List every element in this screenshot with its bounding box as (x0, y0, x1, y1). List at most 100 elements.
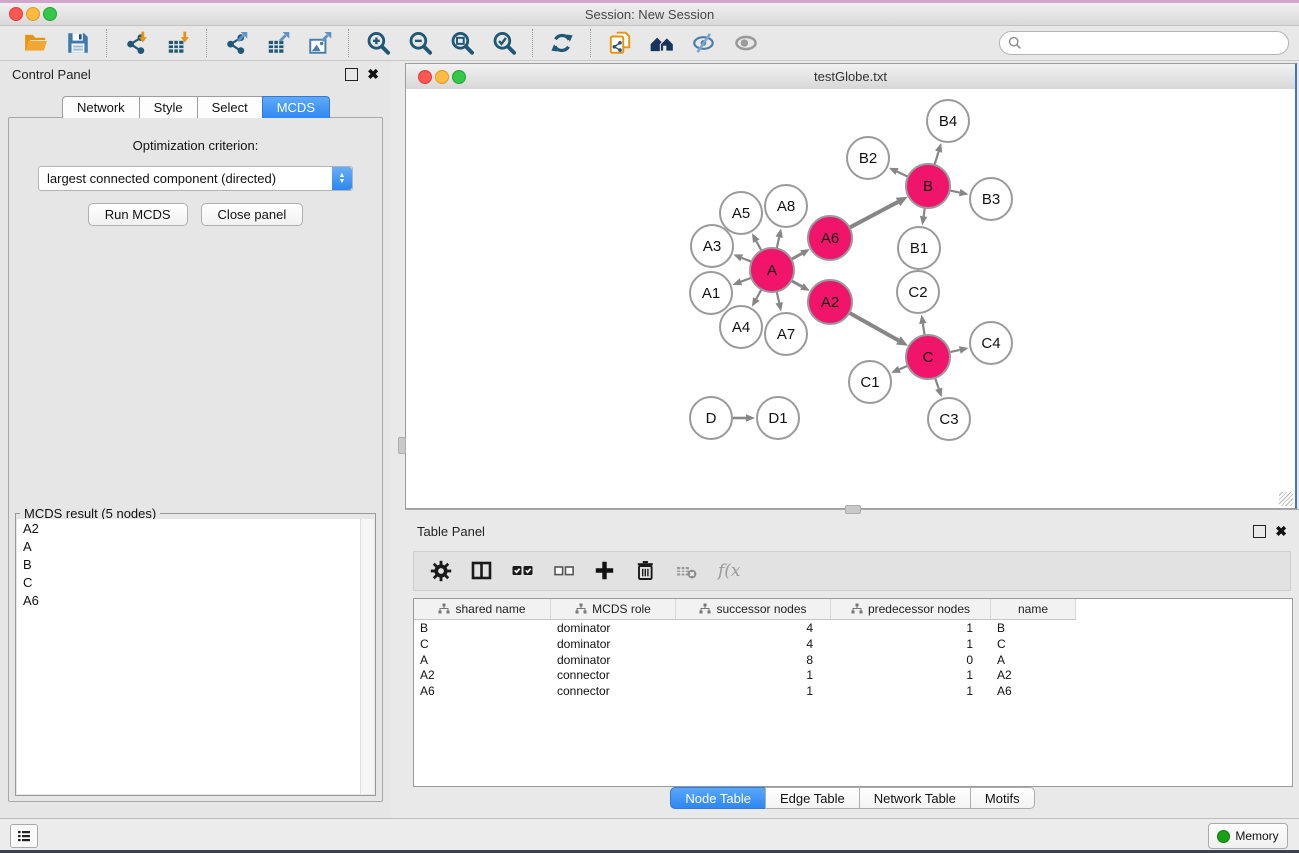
svg-text:A5: A5 (732, 205, 750, 222)
refresh-icon[interactable] (548, 29, 576, 57)
zoom-fit-icon[interactable] (448, 29, 476, 57)
column-header-successor-nodes[interactable]: successor nodes (676, 599, 831, 620)
network-canvas[interactable]: B4 B2 B B3 A5 A8A6 B1 A3 A A1 C2 A2 A4A7 C4 C C1 C3 D D1 (406, 89, 1295, 508)
tab-network[interactable]: Network (62, 96, 140, 118)
delete-table-icon[interactable] (674, 558, 700, 584)
mcds-result-item[interactable]: B (17, 555, 374, 573)
graph-node-C2[interactable]: C2 (897, 271, 939, 313)
import-table-icon[interactable] (164, 29, 192, 57)
deselect-all-icon[interactable] (551, 558, 577, 584)
tab-mcds[interactable]: MCDS (262, 96, 330, 118)
control-panel-title: Control Panel (12, 67, 91, 82)
graph-node-B[interactable]: B (906, 164, 950, 208)
zoom-selected-icon[interactable] (490, 29, 518, 57)
mcds-result-list[interactable]: A2ABCA6 (17, 519, 374, 794)
table-row[interactable]: Bdominator41B (414, 620, 1292, 636)
graph-node-A5[interactable]: A5 (720, 192, 762, 234)
node-table[interactable]: shared nameMCDS rolesuccessor nodesprede… (413, 598, 1293, 787)
graph-node-C[interactable]: C (906, 335, 950, 379)
table-row[interactable]: Adominator80A (414, 652, 1292, 668)
network-window-titlebar[interactable]: testGlobe.txt (406, 64, 1295, 90)
tab-style[interactable]: Style (139, 96, 198, 118)
memory-button[interactable]: Memory (1208, 823, 1288, 849)
split-columns-icon[interactable] (469, 558, 495, 584)
network-maximize-button[interactable] (452, 70, 466, 84)
table-row[interactable]: A2connector11A2 (414, 667, 1292, 683)
column-header-predecessor-nodes[interactable]: predecessor nodes (831, 599, 991, 620)
tab-motifs[interactable]: Motifs (970, 787, 1035, 809)
graph-node-B4[interactable]: B4 (927, 100, 969, 142)
close-panel-button[interactable]: Close panel (201, 203, 304, 226)
tab-edge-table[interactable]: Edge Table (765, 787, 860, 809)
network-close-button[interactable] (418, 70, 432, 84)
graph-node-C1[interactable]: C1 (849, 361, 891, 403)
zoom-in-icon[interactable] (364, 29, 392, 57)
gear-icon[interactable] (428, 558, 454, 584)
select-all-icon[interactable] (510, 558, 536, 584)
tab-node-table[interactable]: Node Table (670, 787, 766, 809)
float-table-panel-icon[interactable] (1253, 525, 1266, 538)
graph-node-C4[interactable]: C4 (970, 322, 1012, 364)
network-window-title: testGlobe.txt (406, 64, 1295, 89)
export-network-icon[interactable] (222, 29, 250, 57)
graph-node-A2[interactable]: A2 (808, 280, 852, 324)
float-panel-icon[interactable] (345, 68, 358, 81)
graph-node-D1[interactable]: D1 (757, 397, 799, 439)
column-header-shared-name[interactable]: shared name (414, 599, 551, 620)
svg-text:C3: C3 (939, 411, 958, 428)
vertical-splitter-grip[interactable] (398, 437, 406, 454)
search-input[interactable] (999, 31, 1289, 55)
mcds-result-item[interactable]: A6 (17, 591, 374, 609)
table-row[interactable]: Cdominator41C (414, 636, 1292, 652)
export-table-icon[interactable] (264, 29, 292, 57)
table-row[interactable]: A6connector11A6 (414, 683, 1292, 699)
column-header-name[interactable]: name (991, 599, 1076, 620)
graph-node-A6[interactable]: A6 (808, 216, 852, 260)
list-icon (16, 828, 32, 844)
task-history-button[interactable] (10, 824, 38, 848)
svg-text:A3: A3 (703, 238, 721, 255)
window-resize-grip[interactable] (1279, 492, 1293, 506)
graph-node-A4[interactable]: A4 (720, 306, 762, 348)
open-session-icon[interactable] (22, 29, 50, 57)
graph-node-B2[interactable]: B2 (847, 137, 889, 179)
graph-node-A3[interactable]: A3 (691, 225, 733, 267)
duplicate-network-icon[interactable] (606, 29, 634, 57)
table-panel-header: Table Panel ✖ (405, 518, 1299, 544)
tab-select[interactable]: Select (197, 96, 263, 118)
network-minimize-button[interactable] (435, 70, 449, 84)
zoom-out-icon[interactable] (406, 29, 434, 57)
result-scrollbar[interactable] (360, 519, 374, 794)
graph-node-D[interactable]: D (690, 397, 732, 439)
graph-node-B3[interactable]: B3 (970, 178, 1012, 220)
delete-column-icon[interactable] (633, 558, 659, 584)
add-column-icon[interactable] (592, 558, 618, 584)
svg-text:B: B (923, 178, 933, 195)
show-eye-icon[interactable] (732, 29, 760, 57)
graph-node-B1[interactable]: B1 (898, 227, 940, 269)
column-header-MCDS-role[interactable]: MCDS role (551, 599, 676, 620)
graph-node-A7[interactable]: A7 (765, 313, 807, 355)
graph-node-A[interactable]: A (750, 248, 794, 292)
close-table-panel-icon[interactable]: ✖ (1275, 526, 1287, 537)
mcds-result-item[interactable]: A (17, 537, 374, 555)
close-panel-icon[interactable]: ✖ (367, 69, 379, 80)
graph-node-A1[interactable]: A1 (690, 272, 732, 314)
function-icon[interactable]: f(x) (715, 558, 741, 584)
network-graph[interactable]: B4 B2 B B3 A5 A8A6 B1 A3 A A1 C2 A2 A4A7 C4 C C1 C3 D D1 (406, 89, 1294, 507)
horizontal-splitter-grip[interactable] (845, 505, 861, 514)
graph-node-A8[interactable]: A8 (765, 185, 807, 227)
mcds-result-item[interactable]: C (17, 573, 374, 591)
graph-node-C3[interactable]: C3 (928, 398, 970, 440)
save-session-icon[interactable] (64, 29, 92, 57)
hide-selected-icon[interactable] (690, 29, 718, 57)
home-icon[interactable] (648, 29, 676, 57)
run-mcds-button[interactable]: Run MCDS (88, 203, 188, 226)
import-network-icon[interactable] (122, 29, 150, 57)
optimization-criterion-select[interactable]: largest connected component (directed) ▲… (38, 166, 353, 191)
tab-network-table[interactable]: Network Table (859, 787, 971, 809)
svg-text:B2: B2 (859, 150, 877, 167)
table-tabs: Node TableEdge TableNetwork TableMotifs (405, 787, 1299, 809)
mcds-result-item[interactable]: A2 (17, 519, 374, 537)
export-image-icon[interactable] (306, 29, 334, 57)
